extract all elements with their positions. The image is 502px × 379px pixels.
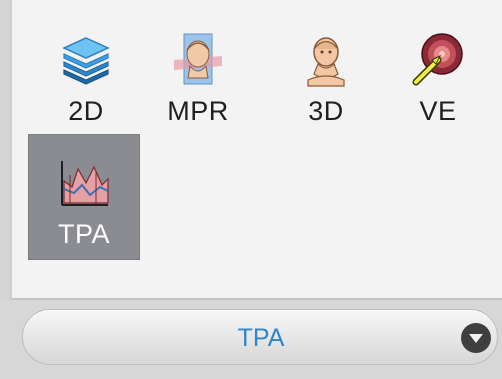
- mode-label-2d: 2D: [68, 96, 104, 126]
- stacked-layers-icon: [62, 37, 110, 85]
- tpa-chart-icon: [61, 161, 109, 206]
- chevron-down-glyph: [469, 334, 483, 343]
- mode-selector-dropdown[interactable]: TPA: [22, 309, 498, 365]
- mode-label-ve: VE: [419, 96, 457, 126]
- mode-button-3d[interactable]: 3D: [270, 12, 382, 138]
- mode-label-mpr: MPR: [167, 96, 229, 126]
- head-with-planes-icon: [174, 33, 222, 85]
- mode-button-mpr[interactable]: MPR: [142, 12, 254, 138]
- chevron-down-icon[interactable]: [461, 323, 491, 353]
- mode-selector-value: TPA: [237, 324, 285, 352]
- virtual-endoscopy-icon: [412, 33, 463, 86]
- mode-button-2d[interactable]: 2D: [30, 12, 142, 138]
- mode-button-tpa[interactable]: TPA: [28, 134, 140, 260]
- mode-button-grid: 2D MPR 3D VE TPA: [10, 0, 502, 300]
- view-mode-panel: 2D MPR 3D VE TPA TPA: [0, 0, 502, 379]
- mode-label-3d: 3D: [308, 96, 344, 126]
- 3d-head-icon: [307, 37, 345, 87]
- mode-label-tpa: TPA: [57, 219, 110, 249]
- mode-button-ve[interactable]: VE: [382, 12, 494, 138]
